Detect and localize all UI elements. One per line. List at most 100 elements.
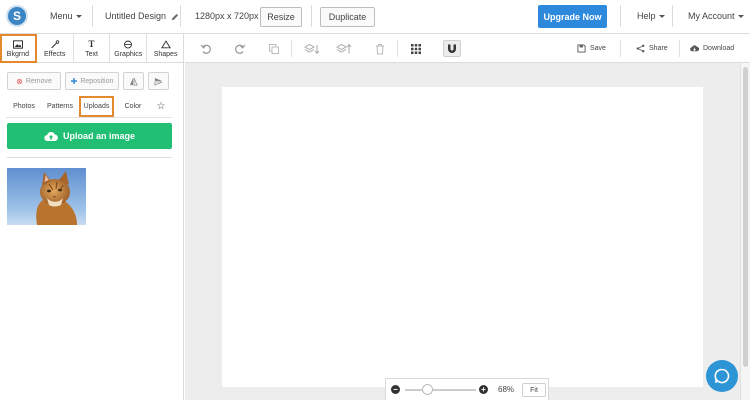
category-tabs: Bkgrnd Effects T Text Graphics Shapes	[0, 34, 184, 63]
chat-help-button[interactable]	[706, 360, 738, 392]
grid-button[interactable]	[407, 40, 425, 57]
redo-icon	[235, 44, 246, 54]
editor-toolbar: Save Share Download	[185, 34, 750, 63]
resize-button[interactable]: Resize	[260, 7, 302, 27]
divider	[311, 5, 312, 27]
save-label: Save	[590, 45, 606, 52]
remove-button[interactable]: ⊗ Remove	[7, 72, 61, 90]
menu-label: Menu	[50, 11, 73, 21]
send-backward-button[interactable]	[301, 40, 323, 57]
save-button[interactable]: Save	[577, 44, 606, 53]
chevron-down-icon	[658, 15, 665, 19]
tab-text[interactable]: T Text	[74, 34, 111, 63]
zoom-controls: − + 68% Fit	[385, 378, 549, 400]
download-button[interactable]: Download	[690, 44, 734, 53]
divider	[620, 5, 621, 27]
layer-down-icon	[304, 43, 320, 54]
share-button[interactable]: Share	[636, 44, 668, 53]
share-label: Share	[649, 45, 668, 52]
subtab-color[interactable]: Color	[120, 96, 146, 117]
tab-label: Graphics	[114, 50, 143, 58]
subtab-uploads[interactable]: Uploads	[79, 96, 114, 117]
design-canvas[interactable]	[222, 87, 703, 387]
copy-icon	[269, 43, 279, 54]
canvas-dimensions: 1280px x 720px	[195, 11, 259, 21]
layer-up-icon	[336, 43, 352, 53]
tab-label: Effects	[44, 50, 66, 58]
chevron-down-icon	[737, 15, 744, 19]
move-icon: ✚	[70, 76, 78, 86]
scrollbar-thumb[interactable]	[743, 67, 748, 367]
pencil-icon	[171, 13, 178, 20]
cloud-download-icon	[690, 45, 699, 52]
canvas-workspace	[185, 63, 740, 400]
chat-bubble-icon	[714, 368, 730, 384]
flip-vertical-icon	[154, 77, 163, 86]
menu-button[interactable]: Menu	[50, 11, 82, 21]
flip-vertical-button[interactable]	[148, 72, 169, 90]
tab-shapes[interactable]: Shapes	[147, 34, 184, 63]
bring-forward-button[interactable]	[333, 40, 355, 57]
zoom-slider-track[interactable]	[405, 389, 476, 391]
reposition-label: Reposition	[80, 77, 114, 85]
vertical-scrollbar[interactable]	[740, 63, 750, 400]
tab-label: Shapes	[153, 50, 178, 58]
tab-graphics[interactable]: Graphics	[110, 34, 148, 63]
divider	[672, 5, 673, 27]
plus-icon: +	[481, 385, 486, 394]
divider	[291, 40, 292, 57]
remove-icon: ⊗	[16, 76, 23, 86]
upgrade-button[interactable]: Upgrade Now	[538, 5, 607, 28]
graphics-icon	[124, 40, 133, 48]
subtab-favorites[interactable]: ☆	[152, 96, 170, 117]
background-source-tabs: Photos Patterns Uploads Color ☆	[6, 96, 172, 118]
divider	[7, 157, 172, 158]
duplicate-button[interactable]: Duplicate	[320, 7, 375, 27]
star-icon: ☆	[156, 101, 166, 112]
uploaded-image-cat[interactable]	[7, 168, 86, 225]
design-title-label: Untitled Design	[105, 11, 167, 21]
divider	[679, 40, 680, 57]
grid-icon	[411, 43, 421, 54]
snap-magnet-button[interactable]	[443, 40, 461, 57]
tab-background[interactable]: Bkgrnd	[0, 34, 37, 63]
zoom-out-button[interactable]: −	[391, 385, 400, 394]
reposition-button[interactable]: ✚ Reposition	[65, 72, 119, 90]
undo-button[interactable]	[197, 40, 215, 57]
save-icon	[577, 44, 586, 53]
zoom-in-button[interactable]: +	[479, 385, 488, 394]
zoom-slider-handle[interactable]	[422, 384, 433, 395]
magnet-icon	[448, 44, 456, 53]
account-menu[interactable]: My Account	[688, 11, 744, 21]
cat-photo	[7, 168, 86, 225]
flip-horizontal-button[interactable]	[123, 72, 144, 90]
help-menu[interactable]: Help	[637, 11, 665, 21]
share-icon	[636, 44, 645, 53]
background-image-icon	[12, 39, 23, 49]
wand-icon	[50, 39, 59, 48]
cloud-upload-icon	[44, 131, 58, 141]
zoom-fit-button[interactable]: Fit	[522, 383, 546, 397]
upload-image-button[interactable]: Upload an image	[7, 123, 172, 149]
divider	[397, 40, 398, 57]
top-bar: S Menu Untitled Design 1280px x 720px Re…	[0, 0, 750, 34]
minus-icon: −	[393, 385, 398, 394]
remove-label: Remove	[25, 77, 52, 85]
trash-icon	[376, 43, 384, 54]
tab-label: Text	[85, 50, 98, 58]
tab-effects[interactable]: Effects	[37, 34, 74, 63]
flip-horizontal-icon	[129, 77, 138, 85]
download-label: Download	[703, 45, 735, 52]
subtab-patterns[interactable]: Patterns	[44, 96, 76, 117]
design-title[interactable]: Untitled Design	[105, 11, 179, 21]
app-logo[interactable]: S	[6, 5, 28, 27]
copy-button[interactable]	[265, 40, 283, 57]
help-label: Help	[637, 11, 656, 21]
subtab-photos[interactable]: Photos	[8, 96, 40, 117]
text-t-icon: T	[88, 38, 95, 49]
zoom-percentage: 68%	[498, 385, 515, 394]
delete-button[interactable]	[371, 40, 389, 57]
logo-letter: S	[12, 9, 21, 23]
triangle-icon	[160, 39, 171, 48]
redo-button[interactable]	[231, 40, 249, 57]
